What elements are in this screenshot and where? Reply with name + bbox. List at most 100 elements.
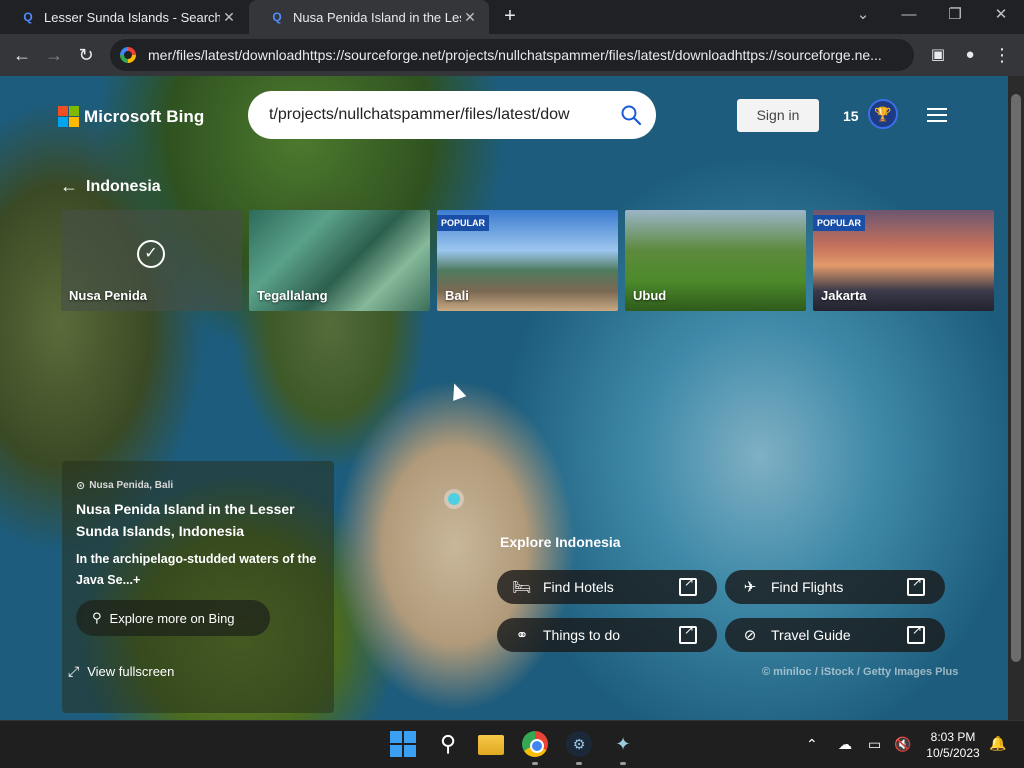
carousel-card-bali[interactable]: POPULAR Bali [437,210,618,311]
card-name: Bali [445,288,469,303]
address-url: mer/files/latest/downloadhttps://sourcef… [148,47,882,63]
logo-text: Microsoft Bing [84,106,205,126]
start-square [404,745,416,757]
menu-line [927,114,947,116]
start-square [390,745,402,757]
trophy-icon[interactable]: 🏆 [868,99,898,129]
bing-logo[interactable]: Microsoft Bing [58,106,204,127]
external-link-icon [907,575,925,596]
network-icon[interactable]: ▭ [868,736,881,753]
chrome-icon[interactable] [522,731,548,757]
running-indicator [620,762,626,765]
card-name: Ubud [633,288,667,303]
rewards-points[interactable]: 15 [843,108,859,124]
tab-close-icon[interactable]: ✕ [220,8,238,26]
explore-more-label: Explore more on Bing [109,610,235,626]
new-tab-button[interactable]: + [498,5,522,29]
search-input[interactable]: t/projects/nullchatspammer/files/latest/… [269,106,620,124]
logo-square [69,106,79,116]
tab-nusa-penida[interactable]: Q Nusa Penida Island in the Lesser ✕ [249,0,489,34]
steam-icon[interactable]: ⚙ [566,731,592,757]
find-flights-button[interactable]: ✈ Find Flights [725,570,945,604]
close-window-button[interactable]: ✕ [978,4,1024,28]
back-arrow-icon[interactable]: ← [10,43,34,67]
taskbar-clock[interactable]: 8:03 PM 10/5/2023 [920,729,986,761]
things-to-do-button[interactable]: ⚭ Things to do [497,618,717,652]
image-hotspot-dot[interactable] [444,489,464,509]
button-label: Things to do [543,627,621,643]
map-pin-icon: ⊙ [76,480,86,492]
carousel-card-nusa-penida[interactable]: ✓ Nusa Penida [61,210,242,311]
clock-time: 8:03 PM [930,730,976,744]
button-label: Travel Guide [771,627,851,643]
mouse-cursor [447,381,467,401]
plane-icon: ✈ [743,579,757,596]
onedrive-icon[interactable]: ☁ [838,736,852,753]
external-link-icon [679,575,697,596]
running-indicator [532,762,538,765]
card-name: Jakarta [821,288,867,303]
file-explorer-icon[interactable] [478,735,504,755]
popular-badge: POPULAR [813,215,866,231]
popular-badge: POPULAR [437,215,490,231]
notification-bell-icon[interactable]: 🔔 [989,735,1006,752]
checkmark-icon: ✓ [137,240,165,268]
explore-more-button[interactable]: ⚲ Explore more on Bing [76,600,270,636]
expand-plus-icon[interactable]: + [133,573,140,587]
search-icon[interactable] [620,104,642,126]
image-description: In the archipelago-studded waters of the… [76,549,326,591]
back-label: Indonesia [86,177,161,195]
sign-in-button[interactable]: Sign in [737,99,819,132]
bing-favicon-icon: Q [272,10,282,24]
windows-start-icon[interactable] [390,731,416,757]
search-box[interactable]: t/projects/nullchatspammer/files/latest/… [248,91,656,139]
carousel-card-jakarta[interactable]: POPULAR Jakarta [813,210,994,311]
restore-button[interactable]: ❐ [932,4,978,28]
profile-icon[interactable]: ● [958,43,982,67]
address-bar[interactable]: mer/files/latest/downloadhttps://sourcef… [110,39,914,71]
forward-arrow-icon[interactable]: → [42,43,66,67]
microsoft-logo-icon [58,106,79,127]
browser-toolbar: ← → ↻ mer/files/latest/downloadhttps://s… [0,34,1024,76]
more-menu-icon[interactable]: ⋮ [990,43,1014,67]
travel-guide-button[interactable]: ⊘ Travel Guide [725,618,945,652]
find-hotels-button[interactable]: 🛏 Find Hotels [497,570,717,604]
external-link-icon [679,623,697,644]
location-label: ⊙ Nusa Penida, Bali [76,479,173,492]
start-square [404,731,416,743]
carousel-card-ubud[interactable]: Ubud [625,210,806,311]
image-title[interactable]: Nusa Penida Island in the Lesser Sunda I… [76,498,316,542]
start-square [390,731,402,743]
binoculars-icon: ⚭ [515,627,529,644]
expand-icon: ⤢ [68,663,80,679]
logo-square [69,117,79,127]
bing-favicon-icon: Q [23,10,33,24]
chevron-up-icon[interactable]: ⌃ [806,736,818,753]
google-icon [120,47,136,63]
back-arrow-icon: ← [60,176,78,196]
explore-indonesia-heading: Explore Indonesia [500,534,621,550]
tab-close-icon[interactable]: ✕ [461,8,479,26]
view-fullscreen-link[interactable]: ⤢ View fullscreen [68,663,174,680]
scrollbar-thumb[interactable] [1011,94,1021,662]
reload-icon[interactable]: ↻ [74,43,98,67]
tab-lesser-sunda-search[interactable]: Q Lesser Sunda Islands - Search ✕ [0,0,248,34]
view-fullscreen-label: View fullscreen [87,664,175,679]
menu-line [927,120,947,122]
logo-square [58,117,68,127]
taskbar-search-icon[interactable]: ⚲ [435,731,461,757]
back-to-indonesia-link[interactable]: ← Indonesia [60,176,161,197]
volume-muted-icon[interactable]: 🔇 [894,736,911,753]
app-icon[interactable]: ✦ [610,731,636,757]
tab-search-icon[interactable]: ⌄ [840,4,886,28]
windows-taskbar: ⚲ ⚙ ✦ ⌃ ☁ ▭ 🔇 8:03 PM 10/5/2023 🔔 [0,720,1024,768]
tab-title: Nusa Penida Island in the Lesser [293,9,461,25]
bing-travel-page: Microsoft Bing t/projects/nullchatspamme… [0,76,1008,720]
hamburger-menu-icon[interactable] [927,108,947,122]
minimize-button[interactable]: — [886,4,932,28]
carousel-card-tegallalang[interactable]: Tegallalang [249,210,430,311]
location-text: Nusa Penida, Bali [89,480,174,491]
side-panel-icon[interactable]: ▣ [926,43,950,67]
clock-date: 10/5/2023 [926,746,980,760]
image-credit: © miniloc / iStock / Getty Images Plus [762,666,959,678]
